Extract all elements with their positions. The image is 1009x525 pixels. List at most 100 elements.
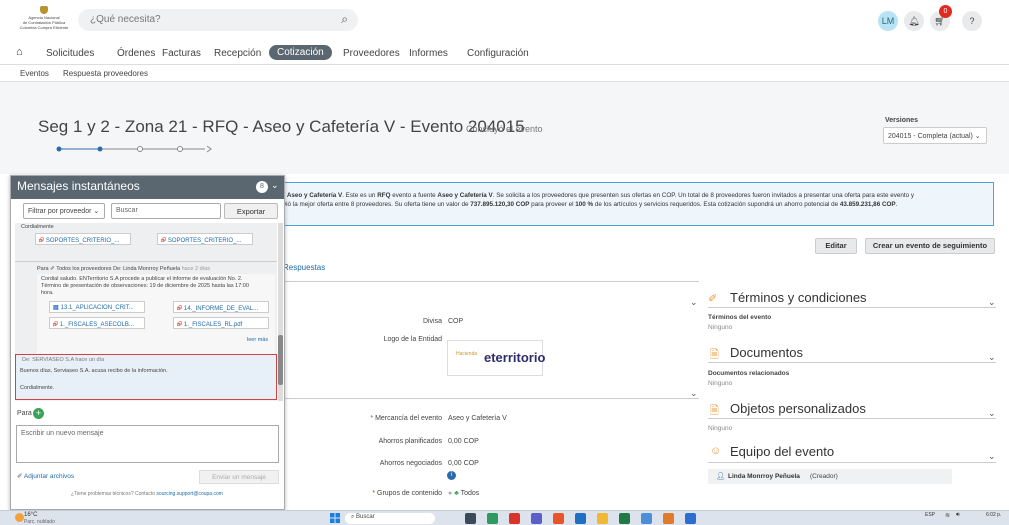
support-text: ¿Tiene problemas técnicos? Contacto sour… — [71, 491, 223, 497]
paperclip-icon: ✐ — [17, 473, 23, 480]
step-4 — [177, 146, 183, 152]
clock[interactable]: 6:02 p. — [986, 512, 1001, 518]
attachment[interactable]: ⮺ SOPORTES_CRITERIO_... — [157, 233, 253, 245]
message-text: Cordialmente. — [20, 385, 55, 391]
nav-solicitudes[interactable]: Solicitudes — [46, 48, 94, 59]
export-button[interactable]: Exportar — [224, 203, 278, 219]
documentos-title: Documentos — [730, 345, 803, 360]
wifi-icon[interactable]: ≋ — [945, 512, 950, 519]
ahorros-plan-label: Ahorros planificados — [378, 438, 442, 445]
chevron-down-icon[interactable]: ⌄ — [271, 180, 279, 191]
nav-ordenes[interactable]: Órdenes — [117, 48, 155, 59]
chevron-down-icon[interactable]: ⌄ — [690, 388, 698, 399]
weather-desc: Parc. nublado — [24, 519, 55, 525]
pdf-icon: ⮺ — [177, 322, 182, 328]
user-icon: 👤︎ — [716, 473, 725, 480]
avatar[interactable]: LM — [878, 11, 898, 31]
chrome-icon[interactable] — [553, 513, 564, 524]
chevron-down-icon[interactable]: ⌄ — [988, 451, 996, 462]
breadcrumb-respuesta[interactable]: Respuesta proveedores — [63, 69, 148, 78]
nav-cotizacion[interactable]: Cotización — [269, 45, 332, 60]
highlighted-message: De: SERVIASEO S.A hace un día Buenos día… — [15, 354, 277, 400]
global-search[interactable]: ¿Qué necesita? ⌕ — [78, 9, 358, 31]
chat-scrollbar[interactable] — [278, 223, 283, 401]
language-indicator[interactable]: ESP — [925, 512, 935, 518]
supplier-filter-select[interactable]: Filtrar por proveedor ⌄ — [23, 203, 105, 219]
tab-respuestas[interactable]: Respuestas — [283, 263, 325, 272]
team-member-name: Linda Monrroy Peñuela — [728, 473, 800, 480]
acrobat-icon[interactable] — [509, 513, 520, 524]
scroll-thumb[interactable] — [278, 335, 283, 385]
read-more-link[interactable]: leer más — [247, 337, 268, 344]
grupos-value: ● ♣ Todos — [448, 490, 480, 497]
attachment[interactable]: ⮺ 14._INFORME_DE_EVAL... — [173, 301, 269, 313]
task-view-icon[interactable] — [465, 513, 476, 524]
progress-stepper — [56, 145, 212, 153]
app-icon[interactable] — [663, 513, 674, 524]
nav-informes[interactable]: Informes — [409, 48, 448, 59]
to-label: Para — [17, 410, 32, 417]
app-icon[interactable] — [641, 513, 652, 524]
step-3 — [137, 146, 143, 152]
pdf-icon: ⮺ — [39, 238, 44, 244]
info-icon[interactable]: i — [447, 471, 456, 480]
search-icon[interactable]: ⌕ — [341, 12, 348, 27]
documentos-val: Ninguno — [708, 380, 733, 387]
nav-proveedores[interactable]: Proveedores — [343, 48, 400, 59]
ahorros-neg-value: 0,00 COP — [448, 460, 479, 467]
home-icon[interactable]: ⌂ — [16, 46, 23, 58]
entity-logo-brand: eterritorio — [484, 350, 546, 365]
chevron-down-icon: ⌄ — [974, 133, 981, 140]
create-followup-button[interactable]: Crear un evento de seguimiento — [865, 238, 995, 254]
teams-icon[interactable] — [531, 513, 542, 524]
chat-header[interactable]: Mensajes instantáneos 8 ⌄ — [11, 176, 284, 199]
volume-icon[interactable]: 🔊︎ — [956, 512, 960, 519]
support-email-link[interactable]: sourcing.support@coupa.com — [156, 491, 223, 497]
pdf-icon: ⮺ — [161, 238, 166, 244]
ahorros-neg-label: Ahorros negociados — [379, 460, 442, 467]
chevron-down-icon[interactable]: ⌄ — [690, 297, 698, 308]
edit-button[interactable]: Editar — [815, 238, 857, 254]
versions-select[interactable]: 204015 - Completa (actual) ⌄ — [883, 127, 987, 144]
attachment[interactable]: ⮺ SOPORTES_CRITERIO_... — [35, 233, 131, 245]
hacienda-seal: Hacienda — [456, 351, 478, 357]
edge-icon[interactable] — [487, 513, 498, 524]
chat-search-input[interactable]: Buscar — [111, 203, 221, 219]
message-text: Buenos días, Serviaseo S.A. acusa recibo… — [20, 368, 168, 374]
word-icon[interactable] — [685, 513, 696, 524]
excel-icon[interactable] — [619, 513, 630, 524]
file-explorer-icon[interactable] — [597, 513, 608, 524]
ahorros-plan-value: 0,00 COP — [448, 438, 479, 445]
objetos-val: Ninguno — [708, 425, 733, 432]
banner-line-2: vió la mejor oferta entre 8 proveedores.… — [283, 201, 898, 208]
attach-files-link[interactable]: ✐ Adjuntar archivos — [17, 472, 74, 480]
page-title: Seg 1 y 2 - Zona 21 - RFQ - Aseo y Cafet… — [38, 117, 525, 136]
main-nav: ⌂ Solicitudes Órdenes Facturas Recepción… — [0, 42, 1009, 64]
nav-configuracion[interactable]: Configuración — [467, 48, 529, 59]
nav-facturas[interactable]: Facturas — [162, 48, 201, 59]
send-message-button[interactable]: Enviar un mensaje — [199, 470, 279, 484]
attachment[interactable]: ▤ 13.1_APLICACION_CRIT... — [49, 301, 145, 313]
attachment[interactable]: ⮺ 1._FISCALES_RL.pdf — [173, 317, 269, 329]
add-recipient-icon[interactable]: + — [33, 408, 44, 419]
crest-icon — [40, 6, 48, 14]
windows-start-icon[interactable] — [330, 513, 340, 523]
breadcrumb-eventos[interactable]: Eventos — [20, 69, 49, 78]
divider — [708, 462, 996, 463]
nav-recepcion[interactable]: Recepción — [214, 48, 261, 59]
message-text: Cordialmente — [21, 224, 54, 230]
new-message-input[interactable]: Escribir un nuevo mensaje — [16, 425, 279, 463]
bell-icon[interactable]: 🔔︎ — [904, 11, 924, 31]
message-header: De: SERVIASEO S.A hace un día — [22, 357, 105, 363]
help-button[interactable]: ? — [962, 11, 982, 31]
taskbar-search[interactable]: ⌕ Buscar — [345, 513, 435, 524]
divisa-value: COP — [448, 318, 464, 325]
agency-logo[interactable]: Agencia Nacional de Contratación Pública… — [14, 6, 74, 36]
chat-title: Mensajes instantáneos — [17, 179, 140, 193]
outlook-icon[interactable] — [575, 513, 586, 524]
attachment[interactable]: ⮺ 1._FISCALES_ASECOLB... — [49, 317, 145, 329]
divider — [285, 398, 699, 399]
terms-icon: ✐ — [708, 293, 718, 305]
pdf-icon: ⮺ — [53, 322, 58, 328]
os-taskbar: 16°C Parc. nublado ⌕ Buscar ESP ≋ 🔊︎ 6:0… — [0, 510, 1009, 525]
